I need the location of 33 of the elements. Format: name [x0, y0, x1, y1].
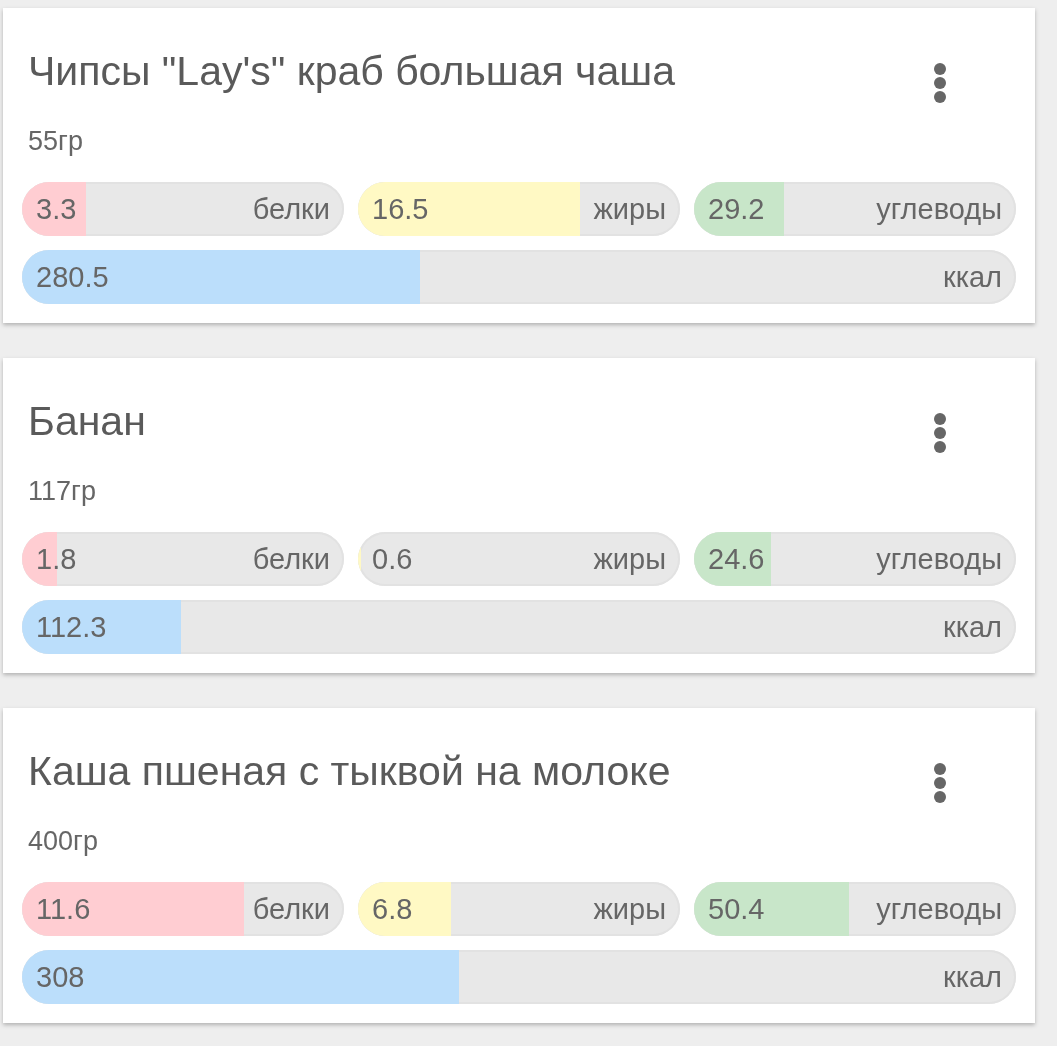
bar-value: 308 — [36, 960, 85, 994]
bar-label: жиры — [592, 892, 666, 926]
food-weight: 55гр — [28, 126, 84, 156]
bar-value: 3.3 — [36, 192, 77, 226]
food-title: Чипсы "Lay's" краб большая чаша — [28, 48, 675, 94]
bar-value: 29.2 — [708, 192, 765, 226]
bar-label: ккал — [941, 610, 1002, 644]
bar-label: белки — [251, 542, 330, 576]
bar-label: жиры — [592, 192, 666, 226]
bar-value: 6.8 — [372, 892, 413, 926]
more-menu-icon[interactable] — [933, 762, 947, 804]
bar-value: 24.6 — [708, 542, 765, 576]
food-title: Банан — [28, 398, 146, 444]
bar-label: углеводы — [875, 542, 1002, 576]
bar-value: 50.4 — [708, 892, 765, 926]
bar-value: 0.6 — [372, 542, 413, 576]
bar-label: белки — [251, 192, 330, 226]
food-weight: 117гр — [28, 476, 97, 506]
bar-value: 1.8 — [36, 542, 77, 576]
food-title: Каша пшеная с тыквой на молоке — [28, 748, 671, 794]
more-menu-icon[interactable] — [933, 62, 947, 104]
bar-value: 16.5 — [372, 192, 429, 226]
bar-label: углеводы — [875, 892, 1002, 926]
more-menu-icon[interactable] — [933, 412, 947, 454]
bar-label: углеводы — [875, 192, 1002, 226]
bar-label: белки — [251, 892, 330, 926]
food-weight: 400гр — [28, 826, 99, 856]
bar-label: ккал — [941, 260, 1002, 294]
bar-label: ккал — [941, 960, 1002, 994]
bar-label: жиры — [592, 542, 666, 576]
bar-value: 11.6 — [36, 892, 91, 926]
bar-value: 280.5 — [36, 260, 109, 294]
bar-value: 112.3 — [36, 610, 107, 644]
